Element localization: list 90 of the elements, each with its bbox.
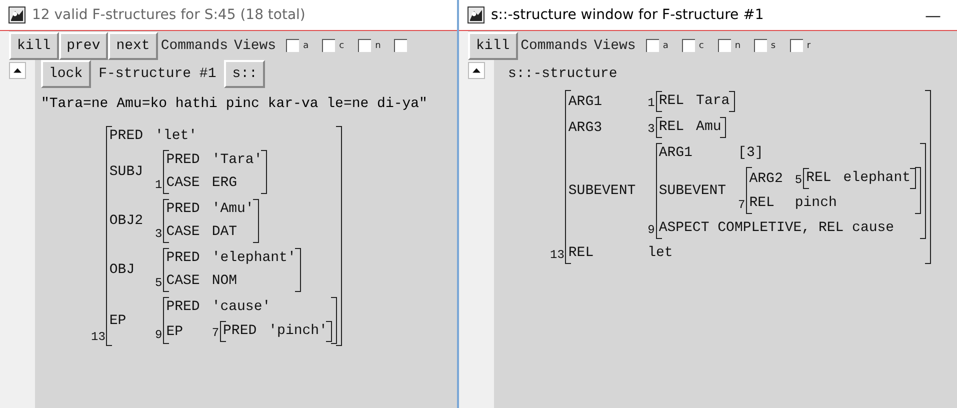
feature-value: Amu (696, 118, 722, 137)
checkbox-label: n (375, 40, 382, 50)
feature-name: CASE (166, 174, 200, 193)
checkbox[interactable] (322, 39, 336, 52)
feature-name: CASE (166, 223, 200, 242)
checkbox[interactable] (358, 39, 372, 52)
feature-name: PRED (166, 200, 200, 219)
feature-value: DAT (212, 223, 238, 242)
feature-value: [3] (738, 144, 764, 163)
checkbox[interactable] (718, 39, 731, 52)
checkbox[interactable] (394, 39, 408, 52)
checkbox-label: s (770, 40, 777, 50)
feature-name: REL (658, 92, 684, 111)
feature-name: PRED (223, 322, 257, 341)
feature-name: OBJ (109, 261, 136, 280)
feature-name: REL (806, 169, 832, 188)
index-number: 1 (648, 96, 655, 112)
menu-item[interactable]: Views (231, 38, 280, 54)
feature-name: REL (568, 244, 595, 263)
feature-value: 'cause' (212, 298, 272, 317)
scroll-up-icon[interactable] (9, 62, 26, 79)
structure-label: s::-structure (507, 66, 618, 82)
minimize-button[interactable]: — (915, 6, 951, 24)
toolbar-button[interactable]: kill (9, 32, 59, 60)
feature-name: ARG1 (568, 92, 604, 112)
index-number: 7 (738, 198, 746, 214)
feature-value: elephant (843, 169, 910, 188)
feature-name: EP (109, 312, 128, 330)
feature-name: SUBEVENT (568, 182, 636, 201)
feature-name: ARG2 (749, 170, 783, 188)
menu-item[interactable]: Commands (158, 38, 232, 54)
checkbox-label: c (698, 40, 705, 50)
feature-value: 'pinch' (268, 322, 328, 341)
feature-value: let (648, 244, 674, 263)
checkbox-label: c (339, 40, 346, 50)
header-button[interactable]: s:: (224, 60, 266, 88)
app-icon (8, 6, 26, 24)
checkbox[interactable] (754, 39, 767, 52)
sentence-text: "Tara=ne Amu=ko hathi pinc kar-va le=ne di-ya" (41, 96, 428, 112)
checkbox-label: a (303, 40, 310, 50)
checkbox[interactable] (790, 39, 803, 52)
toolbar-button[interactable]: prev (58, 32, 108, 60)
menu-item[interactable]: Views (590, 38, 639, 54)
feature-name: ARG1 (658, 144, 694, 163)
feature-name: EP (166, 322, 184, 342)
index-number: 13 (91, 330, 106, 346)
checkbox[interactable] (646, 39, 659, 52)
feature-value: ERG (212, 174, 238, 193)
feature-name: ARG3 (568, 118, 604, 138)
checkbox[interactable] (286, 39, 300, 52)
checkbox[interactable] (682, 39, 695, 52)
index-number: 5 (155, 276, 162, 292)
checkbox-label: n (734, 40, 742, 50)
feature-value: NOM (212, 272, 238, 291)
feature-name: REL (658, 118, 684, 137)
feature-value: Tara (696, 92, 730, 111)
feature-value: 'Tara' (212, 151, 262, 170)
index-number: 5 (794, 173, 802, 189)
app-icon (467, 6, 485, 24)
header-button[interactable]: lock (41, 60, 91, 88)
index-number: 9 (155, 328, 162, 344)
feature-name: CASE (166, 272, 200, 291)
index-number: 7 (212, 326, 220, 342)
feature-value: 'let' (155, 127, 198, 146)
scroll-up-icon[interactable] (468, 62, 485, 79)
window-title: s::-structure window for F-structure #1 (491, 7, 765, 23)
feature-name: PRED (166, 249, 200, 268)
index-number: 9 (648, 223, 655, 239)
index-number: 3 (155, 227, 162, 243)
index-number: 13 (550, 248, 564, 264)
feature-name: SUBEVENT (658, 182, 726, 200)
index-number: 1 (155, 178, 162, 194)
feature-name: PRED (166, 151, 200, 170)
feature-value: pinch (794, 194, 838, 213)
menu-item[interactable]: Commands (518, 38, 591, 54)
feature-name: PRED (109, 127, 144, 146)
feature-value: 'elephant' (212, 249, 296, 268)
toolbar-button[interactable]: kill (468, 32, 518, 60)
checkbox-label: a (662, 40, 670, 50)
structure-label: F-structure #1 (98, 66, 218, 82)
window-title: 12 valid F-structures for S:45 (18 total) (32, 7, 306, 23)
checkbox-label: r (806, 40, 812, 50)
feature-value: 'Amu' (212, 200, 254, 219)
feature-text: ASPECT COMPLETIVE, REL cause (658, 219, 896, 238)
feature-name: SUBJ (109, 163, 144, 182)
feature-name: REL (749, 194, 776, 213)
index-number: 3 (648, 122, 655, 138)
feature-name: OBJ2 (109, 212, 144, 231)
toolbar-button[interactable]: next (108, 32, 158, 60)
feature-name: PRED (166, 298, 200, 317)
